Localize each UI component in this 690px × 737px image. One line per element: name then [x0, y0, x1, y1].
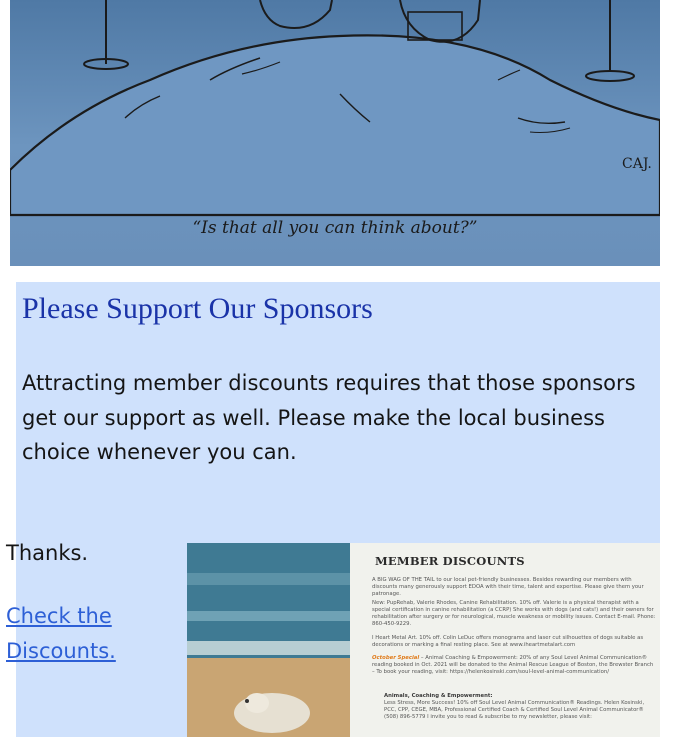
- october-special-label: October Special: [372, 655, 420, 661]
- discount-item-coaching-title: Animals, Coaching & Empowerment:: [384, 693, 493, 699]
- check-discounts-link-line1[interactable]: Check the: [6, 604, 112, 628]
- discounts-intro: A BIG WAG OF THE TAIL to our local pet-f…: [372, 577, 644, 597]
- check-discounts-link[interactable]: Check the Discounts.: [6, 599, 166, 669]
- member-discounts-image[interactable]: MEMBER DISCOUNTS A BIG WAG OF THE TAIL t…: [187, 543, 660, 737]
- cartoon-signature: CAJ.: [622, 156, 652, 172]
- cartoon-caption: “Is that all you can think about?”: [192, 218, 478, 238]
- check-discounts-link-line2[interactable]: Discounts.: [6, 639, 116, 663]
- discount-item-puprehab: New: PupRehab, Valerie Rhodes, Canine Re…: [372, 600, 656, 627]
- discounts-doc-title: MEMBER DISCOUNTS: [375, 554, 525, 568]
- thanks-text: Thanks.: [6, 541, 89, 565]
- sponsors-body: Attracting member discounts requires tha…: [22, 371, 636, 464]
- beach-dog-photo: [187, 543, 350, 737]
- cartoon-image: CAJ. “Is that all you can think about?”: [10, 0, 660, 266]
- discount-item-coaching: Less Stress, More Success! 10% off Soul …: [384, 700, 645, 720]
- sponsors-heading: Please Support Our Sponsors: [22, 292, 373, 325]
- discount-item-metal-art: I Heart Metal Art. 10% off. Colin LeDuc …: [372, 635, 644, 648]
- discounts-document: MEMBER DISCOUNTS A BIG WAG OF THE TAIL t…: [350, 543, 660, 737]
